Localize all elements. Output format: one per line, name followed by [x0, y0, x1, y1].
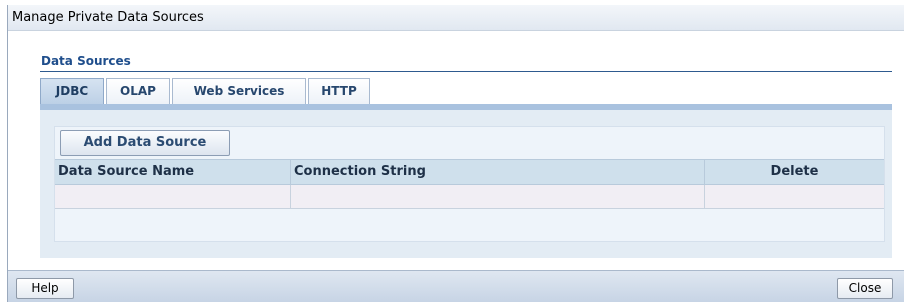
dialog-title: Manage Private Data Sources	[12, 10, 204, 25]
column-header-data-source-name[interactable]: Data Source Name	[55, 160, 291, 184]
table-header-row: Data Source Name Connection String Delet…	[55, 159, 884, 185]
dialog-titlebar: Manage Private Data Sources	[8, 5, 904, 31]
column-header-connection-string[interactable]: Connection String	[291, 160, 705, 184]
section-divider	[40, 71, 892, 72]
tab-web-services[interactable]: Web Services	[172, 78, 306, 104]
table-row	[55, 185, 884, 209]
column-header-delete: Delete	[770, 164, 819, 179]
section-heading: Data Sources	[41, 54, 131, 68]
cell-delete	[705, 185, 884, 208]
table-toolbar: Add Data Source	[55, 127, 884, 159]
data-sources-table-container: Add Data Source Data Source Name Connect…	[54, 126, 885, 242]
tab-http[interactable]: HTTP	[308, 78, 370, 104]
dialog-footer: Help Close	[8, 270, 904, 302]
help-button[interactable]: Help	[16, 278, 74, 299]
tab-jdbc[interactable]: JDBC	[40, 78, 104, 104]
tab-content-panel: Add Data Source Data Source Name Connect…	[40, 110, 892, 258]
data-sources-table: Data Source Name Connection String Delet…	[55, 159, 884, 209]
tab-olap[interactable]: OLAP	[106, 78, 170, 104]
cell-data-source-name	[55, 185, 291, 208]
cell-connection-string	[291, 185, 705, 208]
add-data-source-button[interactable]: Add Data Source	[60, 130, 230, 156]
manage-data-sources-dialog: Manage Private Data Sources Data Sources…	[7, 5, 904, 302]
close-button[interactable]: Close	[837, 278, 893, 299]
